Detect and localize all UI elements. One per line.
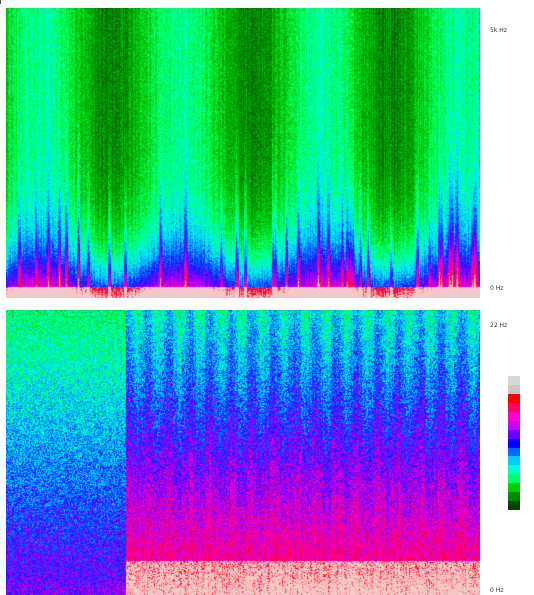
page: 5k Hz 0 Hz 22 Hz 0 Hz (0, 0, 534, 595)
spectrogram-top-max-freq-label: 5k Hz (490, 27, 507, 34)
spectrogram-top-min-freq-label: 0 Hz (490, 285, 504, 292)
color-scale-legend (508, 376, 520, 511)
color-scale-swatch (508, 483, 520, 493)
spectrogram-bottom-canvas (6, 310, 480, 595)
color-scale-swatch (508, 501, 520, 511)
color-scale-swatch (508, 465, 520, 475)
color-scale-swatch (508, 411, 520, 421)
color-scale-swatch (508, 438, 520, 448)
spectrogram-bottom-max-freq-label: 22 Hz (490, 322, 508, 329)
color-scale-swatch (508, 456, 520, 466)
spectrogram-bottom-min-freq-label: 0 Hz (490, 587, 504, 594)
spectrogram-bottom (6, 310, 480, 595)
spectrogram-top (6, 8, 480, 298)
color-scale-swatch (508, 393, 520, 403)
color-scale-swatch (508, 420, 520, 430)
color-scale-swatch (508, 376, 520, 385)
corner-tick-mark (0, 0, 1, 4)
color-scale-swatch (508, 384, 520, 394)
color-scale-swatch (508, 474, 520, 484)
color-scale-swatch (508, 429, 520, 439)
spectrogram-top-canvas (6, 8, 480, 298)
color-scale-swatch (508, 402, 520, 412)
color-scale-swatch (508, 492, 520, 502)
color-scale-swatch (508, 447, 520, 457)
